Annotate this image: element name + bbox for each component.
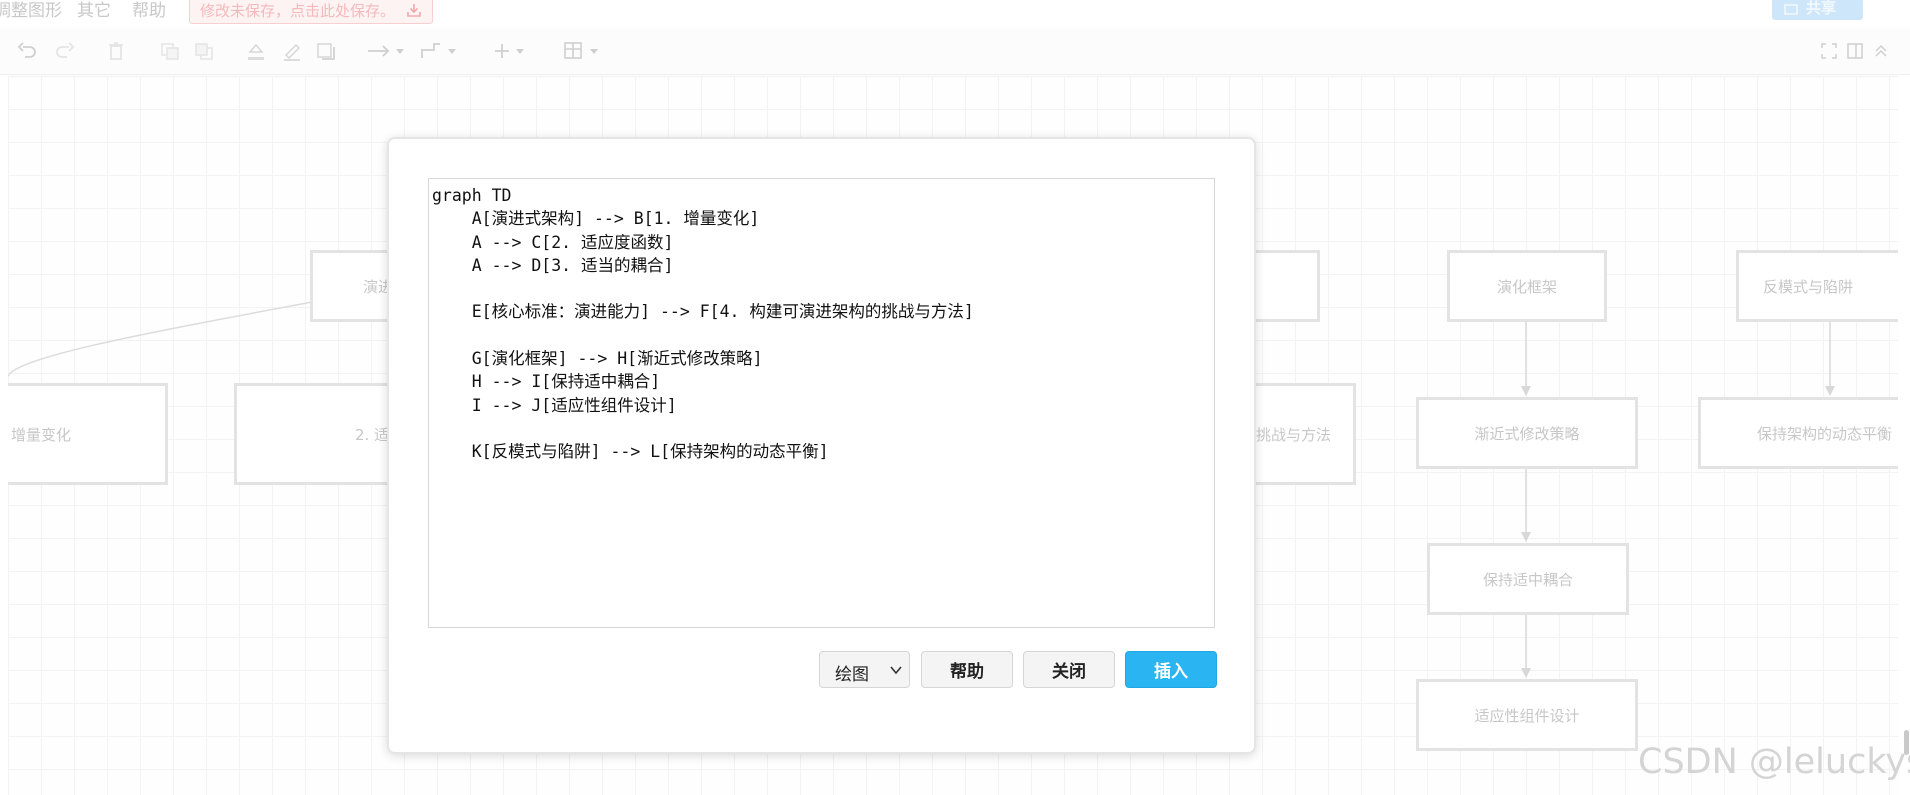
diagram-type-value: 绘图	[835, 665, 869, 685]
node-label: 构建可演进架构的挑战与方法	[1251, 425, 1331, 444]
node-label: 适应性组件设计	[1474, 706, 1580, 725]
node-core-criteria[interactable]	[1248, 250, 1320, 322]
waypoints-icon[interactable]	[418, 40, 462, 62]
menu-extras[interactable]: 其它	[77, 0, 111, 22]
unsaved-changes-text: 修改未保存，点击此处保存。	[200, 2, 396, 20]
menu-arrange[interactable]: 调整图形	[0, 0, 62, 22]
toolbar	[0, 28, 1910, 75]
node-incremental-change[interactable]: 增量变化	[8, 383, 168, 485]
share-icon	[1784, 4, 1798, 15]
node-dynamic-balance[interactable]: 保持架构的动态平衡	[1698, 397, 1898, 469]
mermaid-code-editor[interactable]: graph TD A[演进式架构] --> B[1. 增量变化] A --> C…	[428, 178, 1215, 628]
to-front-icon[interactable]	[158, 40, 182, 62]
node-label: 增量变化	[11, 425, 72, 444]
node-label: 保持适中耦合	[1482, 570, 1573, 589]
connection-icon[interactable]	[366, 40, 410, 62]
node-antipatterns[interactable]: 反模式与陷阱	[1736, 250, 1898, 322]
node-label: 渐近式修改策略	[1474, 424, 1580, 443]
delete-icon[interactable]	[104, 40, 128, 62]
node-label: 保持架构的动态平衡	[1757, 424, 1893, 443]
fill-color-icon[interactable]	[244, 40, 268, 62]
download-icon	[407, 4, 421, 17]
share-label: 共享	[1806, 0, 1837, 17]
unsaved-changes-banner[interactable]: 修改未保存，点击此处保存。	[189, 0, 433, 24]
collapse-icon[interactable]	[1872, 40, 1890, 62]
node-adaptive-components[interactable]: 适应性组件设计	[1416, 679, 1638, 751]
fullscreen-icon[interactable]	[1820, 40, 1838, 62]
node-evolution-framework[interactable]: 演化框架	[1447, 250, 1607, 322]
insert-button[interactable]: 插入	[1125, 651, 1217, 688]
line-color-icon[interactable]	[280, 40, 304, 62]
menu-help[interactable]: 帮助	[132, 0, 166, 22]
chevron-down-icon	[890, 666, 902, 675]
node-challenges-methods[interactable]: 构建可演进架构的挑战与方法	[1248, 383, 1356, 485]
node-gradual-modification[interactable]: 渐近式修改策略	[1416, 397, 1638, 469]
help-button[interactable]: 帮助	[921, 651, 1013, 688]
menu-bar: 调整图形 其它 帮助 修改未保存，点击此处保存。 共享	[0, 0, 1910, 28]
insert-icon[interactable]	[492, 40, 536, 62]
mermaid-dialog: graph TD A[演进式架构] --> B[1. 增量变化] A --> C…	[387, 137, 1256, 754]
table-icon[interactable]	[562, 40, 606, 62]
close-button[interactable]: 关闭	[1023, 651, 1115, 688]
node-label: 反模式与陷阱	[1763, 277, 1854, 296]
format-panel-icon[interactable]	[1846, 40, 1864, 62]
redo-icon[interactable]	[52, 40, 76, 62]
undo-icon[interactable]	[16, 40, 40, 62]
node-moderate-coupling[interactable]: 保持适中耦合	[1427, 543, 1629, 615]
node-label: 演化框架	[1496, 277, 1557, 296]
shadow-icon[interactable]	[314, 40, 338, 62]
node-fitness-function[interactable]: 2. 适应度函数	[234, 383, 394, 485]
watermark: CSDN @leluckys	[1638, 742, 1910, 782]
to-back-icon[interactable]	[192, 40, 216, 62]
diagram-type-select[interactable]: 绘图	[819, 651, 910, 688]
share-button[interactable]: 共享	[1772, 0, 1863, 20]
